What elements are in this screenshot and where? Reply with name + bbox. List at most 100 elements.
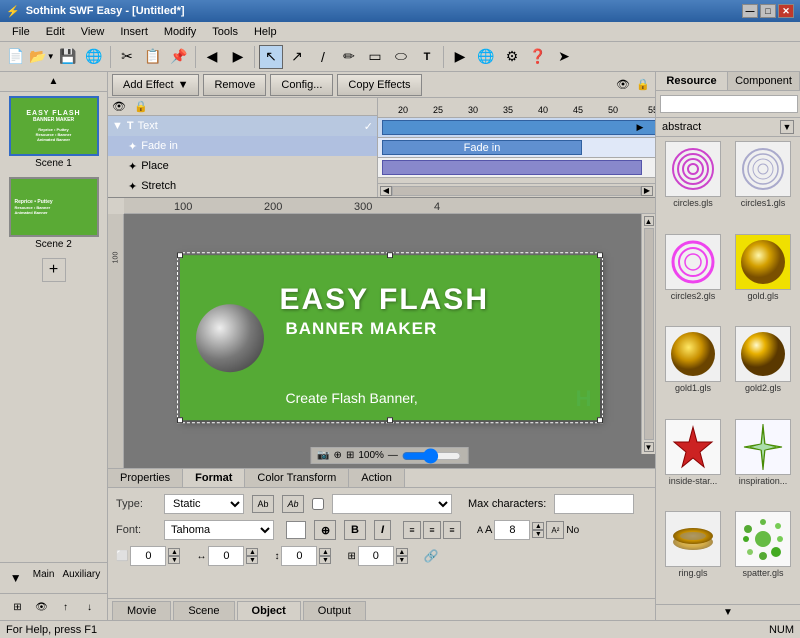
help-button[interactable]: ❓: [526, 45, 550, 69]
tab-component[interactable]: Component: [728, 72, 800, 90]
minimize-button[interactable]: —: [742, 4, 758, 18]
menu-tools[interactable]: Tools: [204, 24, 246, 40]
resource-gold1[interactable]: gold1.gls: [660, 326, 726, 415]
type-select[interactable]: Static Dynamic Input: [164, 494, 244, 514]
maximize-button[interactable]: □: [760, 4, 776, 18]
add-scene-button[interactable]: +: [42, 258, 66, 282]
play-button[interactable]: ▶: [448, 45, 472, 69]
leading-down[interactable]: ▼: [319, 556, 331, 564]
collapse-icon[interactable]: ▲: [49, 76, 59, 87]
open-dropdown[interactable]: 📂▼: [30, 45, 54, 69]
scene-add-icon[interactable]: ⊞: [7, 596, 29, 618]
timeline-lock-icon[interactable]: 🔒: [635, 77, 651, 93]
stretch-row[interactable]: ✦ Stretch: [108, 176, 377, 196]
scene-eye-icon[interactable]: 👁: [31, 596, 53, 618]
side-auxiliary-tab[interactable]: Auxiliary: [60, 567, 102, 589]
leading-up[interactable]: ▲: [319, 548, 331, 556]
leading-spinner[interactable]: ▲ ▼: [319, 548, 331, 564]
font-size-spinner[interactable]: ▲ ▼: [532, 522, 544, 538]
resource-gold[interactable]: gold.gls: [730, 234, 796, 323]
indent-spinner[interactable]: ▲ ▼: [168, 548, 180, 564]
indent-input[interactable]: [130, 546, 166, 566]
text-tool[interactable]: T: [415, 45, 439, 69]
place-track-bar[interactable]: [382, 160, 642, 175]
format-dropdown[interactable]: [332, 494, 452, 514]
title-bar-controls[interactable]: — □ ✕: [742, 4, 794, 18]
fade-in-row[interactable]: ✦ Fade in: [108, 136, 377, 156]
resource-circles[interactable]: circles.gls: [660, 141, 726, 230]
text-layer-row[interactable]: ▼ T Text ✓: [108, 116, 377, 136]
place-row[interactable]: ✦ Place: [108, 156, 377, 176]
indent-up[interactable]: ▲: [168, 548, 180, 556]
spacing-down[interactable]: ▼: [246, 556, 258, 564]
menu-help[interactable]: Help: [246, 24, 285, 40]
zoom-icon-right[interactable]: ⊞: [346, 450, 354, 461]
spacing-input[interactable]: [208, 546, 244, 566]
vscroll-down[interactable]: ▼: [644, 442, 654, 452]
scroll-track[interactable]: [392, 186, 641, 196]
handle-bl[interactable]: [177, 417, 183, 423]
format-checkbox[interactable]: [312, 498, 324, 510]
preview-button[interactable]: 🌐: [474, 45, 498, 69]
scene-1-thumb[interactable]: EASY FLASH BANNER MAKER Reprice • Puttey…: [9, 96, 99, 169]
tab-object[interactable]: Object: [237, 601, 301, 620]
scene-up-icon[interactable]: ↑: [55, 596, 77, 618]
publish-button[interactable]: 🌐: [82, 45, 106, 69]
text-track-bar[interactable]: [382, 120, 655, 135]
scene-down-icon[interactable]: ▼: [5, 567, 27, 589]
pointer-tool[interactable]: ↗: [285, 45, 309, 69]
side-main-tab[interactable]: Main: [31, 567, 57, 589]
config-button[interactable]: Config...: [270, 74, 333, 96]
handle-br[interactable]: [597, 417, 603, 423]
category-dropdown[interactable]: ▼: [780, 120, 794, 134]
cut-button[interactable]: ✂: [115, 45, 139, 69]
indent-down[interactable]: ▼: [168, 556, 180, 564]
pencil-tool[interactable]: ✏: [337, 45, 361, 69]
zoom-slider[interactable]: [402, 451, 462, 461]
copy-effects-button[interactable]: Copy Effects: [337, 74, 421, 96]
resource-more[interactable]: ▼: [656, 604, 800, 620]
handle-tm[interactable]: [387, 252, 393, 258]
resource-circles1[interactable]: circles1.gls: [730, 141, 796, 230]
resource-circles2[interactable]: circles2.gls: [660, 234, 726, 323]
paste-button[interactable]: 📌: [167, 45, 191, 69]
tab-output[interactable]: Output: [303, 601, 366, 620]
align-left-btn[interactable]: ≡: [403, 521, 421, 539]
settings-button[interactable]: ⚙: [500, 45, 524, 69]
redo-button[interactable]: ▶: [226, 45, 250, 69]
max-chars-input[interactable]: [554, 494, 634, 514]
kerning-input[interactable]: [358, 546, 394, 566]
font-size-down[interactable]: ▼: [532, 530, 544, 538]
spacing-spinner[interactable]: ▲ ▼: [246, 548, 258, 564]
fadein-track-bar[interactable]: Fade in: [382, 140, 582, 155]
format-ab2-btn[interactable]: Ab: [282, 495, 304, 513]
spacing-up[interactable]: ▲: [246, 548, 258, 556]
italic-button[interactable]: I: [374, 520, 391, 540]
menu-modify[interactable]: Modify: [156, 24, 204, 40]
handle-bm[interactable]: [387, 417, 393, 423]
close-button[interactable]: ✕: [778, 4, 794, 18]
add-effect-button[interactable]: Add Effect ▼: [112, 74, 199, 96]
align-center-btn[interactable]: ≡: [423, 521, 441, 539]
scene-down2-icon[interactable]: ↓: [79, 596, 101, 618]
tab-properties[interactable]: Properties: [108, 469, 183, 487]
kerning-up[interactable]: ▲: [396, 548, 408, 556]
v-scrollbar[interactable]: ▲ ▼: [641, 214, 655, 454]
font-select[interactable]: Tahoma Arial: [164, 520, 274, 540]
scroll-left-btn[interactable]: ◀: [380, 186, 392, 196]
resource-gold2[interactable]: gold2.gls: [730, 326, 796, 415]
oval-tool[interactable]: ⬭: [389, 45, 413, 69]
track-scroll-right[interactable]: ▶: [633, 118, 647, 137]
select-tool[interactable]: ↖: [259, 45, 283, 69]
vscroll-track[interactable]: [644, 228, 654, 440]
vscroll-up[interactable]: ▲: [644, 216, 654, 226]
zoom-minus[interactable]: —: [388, 450, 398, 461]
resource-ring[interactable]: ring.gls: [660, 511, 726, 600]
rect-tool[interactable]: ▭: [363, 45, 387, 69]
resource-inspiration[interactable]: inspiration...: [730, 419, 796, 508]
timeline-eye-icon[interactable]: 👁: [615, 77, 631, 93]
font-superscript[interactable]: A²: [546, 521, 564, 539]
font-size-input[interactable]: [494, 520, 530, 540]
arrow-button[interactable]: ➤: [552, 45, 576, 69]
new-button[interactable]: 📄: [4, 45, 28, 69]
